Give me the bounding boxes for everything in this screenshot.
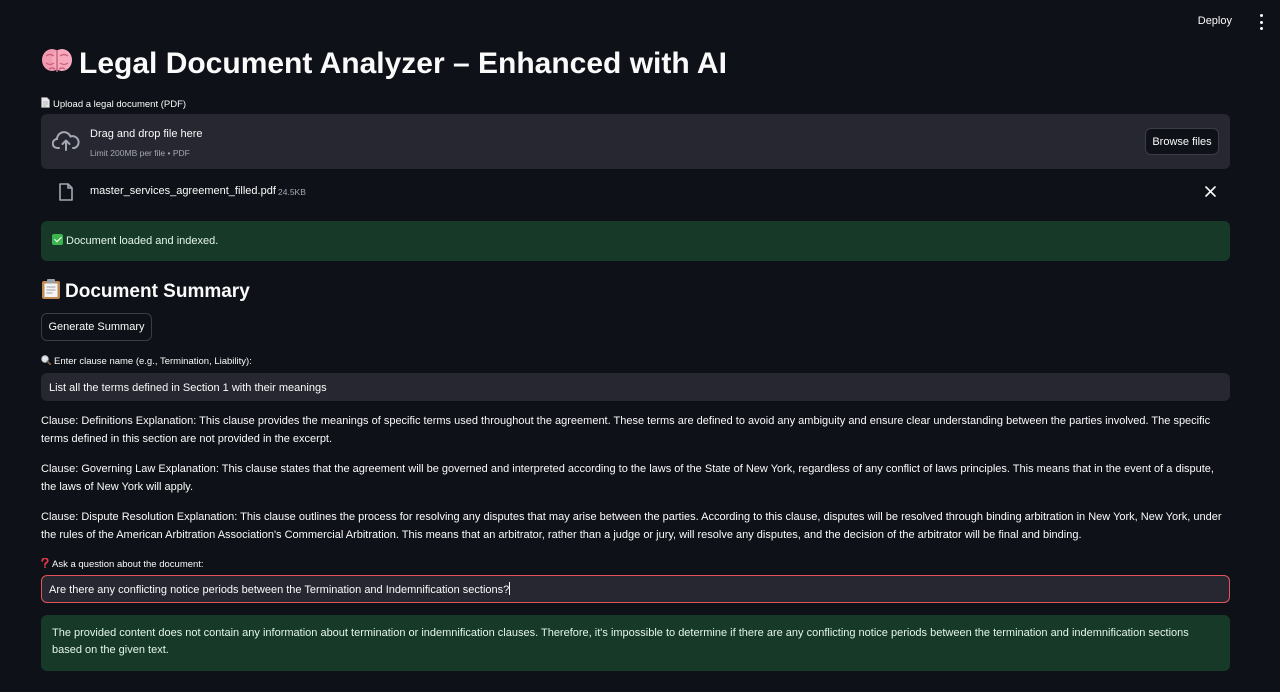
clipboard-icon (42, 279, 60, 299)
generate-summary-button[interactable]: Generate Summary (41, 313, 152, 341)
dropzone-title: Drag and drop file here (90, 128, 203, 140)
question-input-value: Are there any conflicting notice periods… (49, 584, 510, 596)
document-loaded-text: Document loaded and indexed. (66, 235, 219, 247)
file-dropzone[interactable]: Drag and drop file here Limit 200MB per … (41, 114, 1230, 169)
clause-explanation-dispute-resolution: Clause: Dispute Resolution Explanation: … (41, 511, 1222, 541)
clause-input-label: Enter clause name (e.g., Termination, Li… (41, 355, 252, 367)
upload-label-text: Upload a legal document (PDF) (53, 99, 187, 110)
browse-files-button[interactable]: Browse files (1145, 128, 1219, 155)
question-input-label: Ask a question about the document: (41, 558, 204, 570)
clause-explanation-governing-law: Clause: Governing Law Explanation: This … (41, 463, 1214, 493)
page-title-text: Legal Document Analyzer – Enhanced with … (79, 47, 727, 80)
answer-alert: The provided content does not contain an… (41, 615, 1230, 671)
magnifier-icon (41, 355, 51, 365)
question-input[interactable]: Are there any conflicting notice periods… (41, 575, 1230, 603)
summary-heading: Document Summary (41, 278, 250, 303)
file-name: master_services_agreement_filled.pdf (90, 185, 276, 197)
clause-input-label-text: Enter clause name (e.g., Termination, Li… (54, 356, 252, 367)
page-title: Legal Document Analyzer – Enhanced with … (41, 45, 727, 81)
answer-text: The provided content does not contain an… (52, 627, 1189, 656)
cloud-upload-icon (52, 131, 80, 151)
brain-icon (42, 49, 72, 72)
upload-label: Upload a legal document (PDF) (41, 97, 186, 110)
kebab-menu-icon[interactable] (1256, 14, 1266, 30)
check-mark-icon (52, 234, 63, 245)
uploaded-file-row: master_services_agreement_filled.pdf 24.… (41, 180, 1230, 204)
top-toolbar: Deploy (0, 0, 1280, 44)
document-loaded-alert: Document loaded and indexed. (41, 221, 1230, 261)
deploy-button[interactable]: Deploy (1198, 15, 1232, 27)
dropzone-limit-text: Limit 200MB per file • PDF (90, 148, 190, 158)
clause-input[interactable]: List all the terms defined in Section 1 … (41, 373, 1230, 401)
file-size: 24.5KB (278, 187, 306, 197)
close-icon[interactable] (1205, 186, 1216, 197)
text-caret (509, 582, 511, 595)
clause-explanation-definitions: Clause: Definitions Explanation: This cl… (41, 415, 1211, 445)
summary-heading-text: Document Summary (65, 281, 250, 302)
question-input-label-text: Ask a question about the document: (52, 559, 204, 570)
file-icon (59, 183, 73, 201)
page-icon (41, 97, 50, 108)
question-mark-icon (41, 558, 49, 568)
